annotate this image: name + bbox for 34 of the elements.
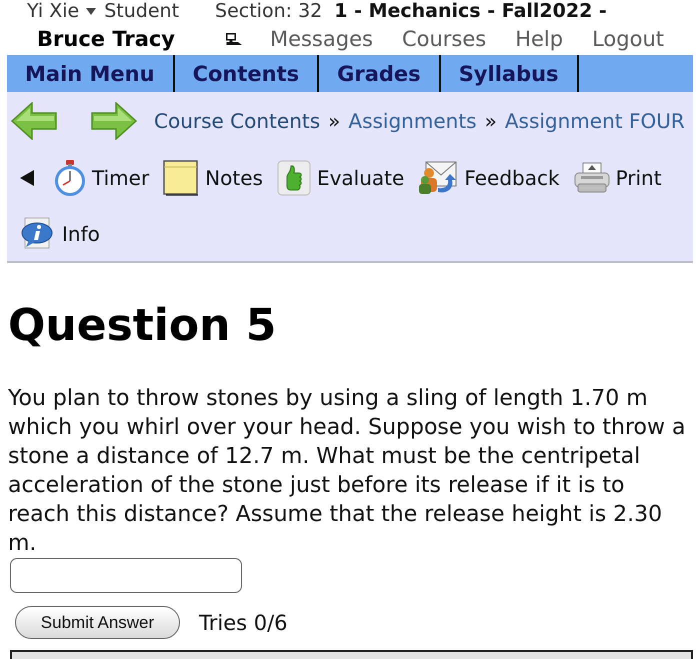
toolbar-link[interactable]: Feedback (418, 150, 560, 206)
account-link[interactable]: Messages (270, 26, 373, 50)
toolbar-link[interactable]: Evaluate (276, 150, 404, 206)
course-title: 1 - Mechanics - Fall2022 - (334, 0, 607, 22)
answer-field[interactable] (10, 558, 242, 593)
thumbs-up-icon (276, 160, 311, 196)
breadcrumb-link[interactable]: Course Contents (154, 109, 320, 133)
printer-icon (574, 162, 610, 194)
breadcrumb-link[interactable]: Assignment FOUR (504, 109, 685, 133)
forward-arrow-icon[interactable] (91, 102, 137, 140)
toolbar-link[interactable]: Print (574, 150, 662, 206)
toolbar-link[interactable]: Notes (163, 150, 263, 206)
submit-answer-button[interactable]: Submit Answer (15, 606, 180, 639)
user-full-name: Bruce Tracy (37, 26, 175, 50)
envelope-icon (418, 160, 458, 196)
breadcrumb-link[interactable]: Assignments (348, 109, 477, 133)
question-title: Question 5 (8, 300, 276, 352)
user-role: Student (104, 0, 180, 22)
back-arrow-icon[interactable] (11, 102, 57, 140)
left-triangle-icon[interactable] (20, 170, 34, 186)
tries-counter: Tries 0/6 (199, 610, 288, 634)
account-link[interactable]: Help (515, 26, 564, 50)
note-icon (163, 160, 200, 196)
account-link[interactable]: Logout (592, 26, 664, 50)
caret-icon[interactable] (86, 8, 96, 14)
section-label: Section: 32 (215, 0, 322, 22)
question-text: You plan to throw stones by using a sling of length 1.70 m which you whirl over your head. Suppose you wish to throw a stone a distance of 12.7 m. What must be the centripetal acceleration of the stone just before its release if it is to reach this distance? Assume that the release height is 2.30 m. (8, 385, 686, 558)
toolbar-link[interactable]: Timer (54, 150, 150, 206)
breadcrumb-separator: » (484, 109, 497, 133)
account-link[interactable]: Courses (402, 26, 486, 50)
stopwatch-icon (54, 160, 86, 196)
user-name[interactable]: Yi Xie (27, 0, 80, 22)
breadcrumb-separator: » (328, 109, 340, 133)
toolbar-link[interactable]: Info (20, 206, 100, 262)
